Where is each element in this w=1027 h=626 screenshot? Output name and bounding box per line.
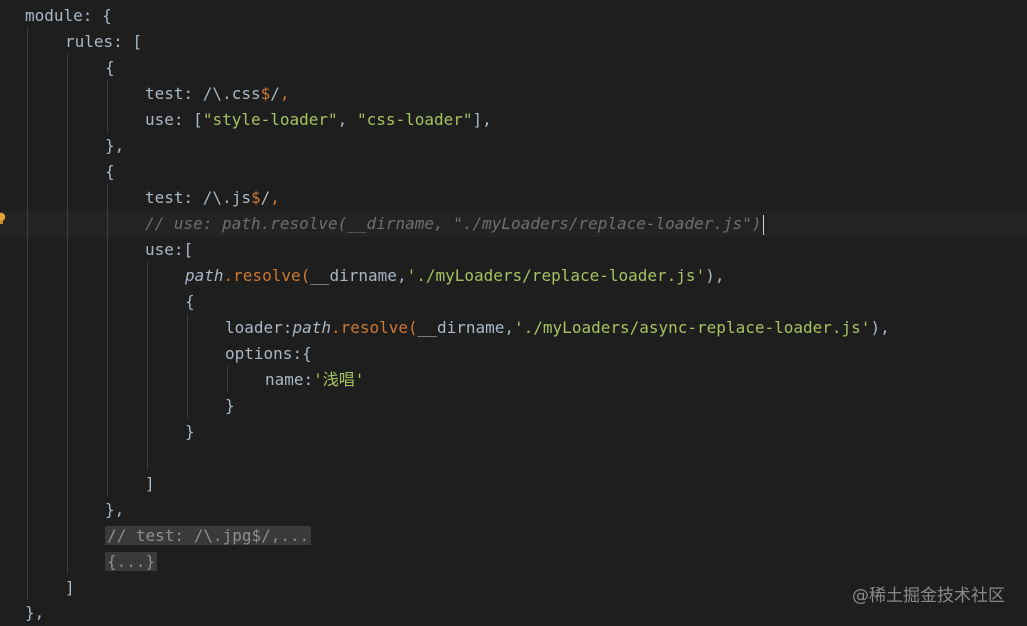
code-line[interactable]: use:[ [0,237,1027,263]
token: module [25,6,83,25]
token: use [145,240,174,259]
token: loader [225,318,283,337]
token: test [145,84,184,103]
token: , [504,318,515,337]
token: name [265,370,304,389]
code-line[interactable]: } [0,419,1027,445]
code-line[interactable]: { [0,289,1027,315]
code-line[interactable]: loader:path.resolve(__dirname,'./myLoade… [0,315,1027,341]
token: ] [65,578,75,597]
token: : [ [113,32,143,51]
token: $ [260,84,271,103]
token: : [303,370,314,389]
token: "css-loader" [356,110,473,129]
code-line[interactable]: rules: [ [0,29,1027,55]
code-line[interactable]: name:'浅唱' [0,367,1027,393]
token: path [185,266,224,285]
token: }, [25,603,45,622]
token: __dirname [417,318,505,337]
comment: // use: path.resolve(__dirname, "./myLoa… [145,214,762,233]
token: /\.js [202,188,251,207]
token: :{ [292,344,312,363]
token: }, [105,136,125,155]
token: .resolve( [330,318,418,337]
code-line[interactable]: { [0,159,1027,185]
token: use [145,110,174,129]
token: { [185,292,195,311]
token: :[ [173,240,194,259]
token: : { [82,6,112,25]
token: : [282,318,293,337]
token: , [270,188,280,207]
token: }, [105,500,125,519]
token: __dirname [310,266,397,285]
token: ), [705,266,725,285]
token: './myLoaders/replace-loader.js' [406,266,706,285]
token: $ [250,188,261,207]
code-line[interactable]: { [0,55,1027,81]
token: : [183,84,203,103]
token: : [ [173,110,203,129]
code-line-current[interactable]: // use: path.resolve(__dirname, "./myLoa… [0,211,1027,237]
code-line[interactable]: }, [0,133,1027,159]
token: options [225,344,293,363]
code-line[interactable]: } [0,393,1027,419]
token: '浅唱' [313,370,365,389]
code-line[interactable]: path.resolve(__dirname,'./myLoaders/repl… [0,263,1027,289]
code-line[interactable]: test: /\.css$/, [0,81,1027,107]
token: / [260,188,271,207]
token: .resolve( [223,266,311,285]
folded-region[interactable]: // test: /\.jpg$/,... [105,526,312,545]
token: , [337,110,357,129]
watermark: @稀土掘金技术社区 [852,586,1005,606]
token: './myLoaders/async-replace-loader.js' [514,318,871,337]
token: rules [65,32,114,51]
code-line[interactable]: test: /\.js$/, [0,185,1027,211]
token: , [279,84,290,103]
token: ] [145,474,155,493]
token: { [105,58,115,77]
token: { [105,162,115,181]
code-line[interactable]: }, [0,497,1027,523]
code-line-folded[interactable]: {...} [0,549,1027,575]
token: } [185,422,195,441]
token: ], [472,110,492,129]
code-line[interactable]: ] [0,471,1027,497]
token: /\.css [202,84,261,103]
token: path [292,318,331,337]
token: test [145,188,184,207]
folded-region[interactable]: {...} [105,552,158,571]
code-line[interactable]: options:{ [0,341,1027,367]
text-caret [762,214,764,235]
token: , [396,266,407,285]
token: : [183,188,203,207]
token: / [270,84,280,103]
code-line-folded[interactable]: // test: /\.jpg$/,... [0,523,1027,549]
token: } [225,396,235,415]
token: "style-loader" [202,110,338,129]
code-line[interactable]: module: { [0,3,1027,29]
code-line[interactable]: use: ["style-loader", "css-loader"], [0,107,1027,133]
token: ), [870,318,890,337]
code-editor[interactable]: module: { rules: [ { test: /\.css$/, use… [0,0,1027,626]
